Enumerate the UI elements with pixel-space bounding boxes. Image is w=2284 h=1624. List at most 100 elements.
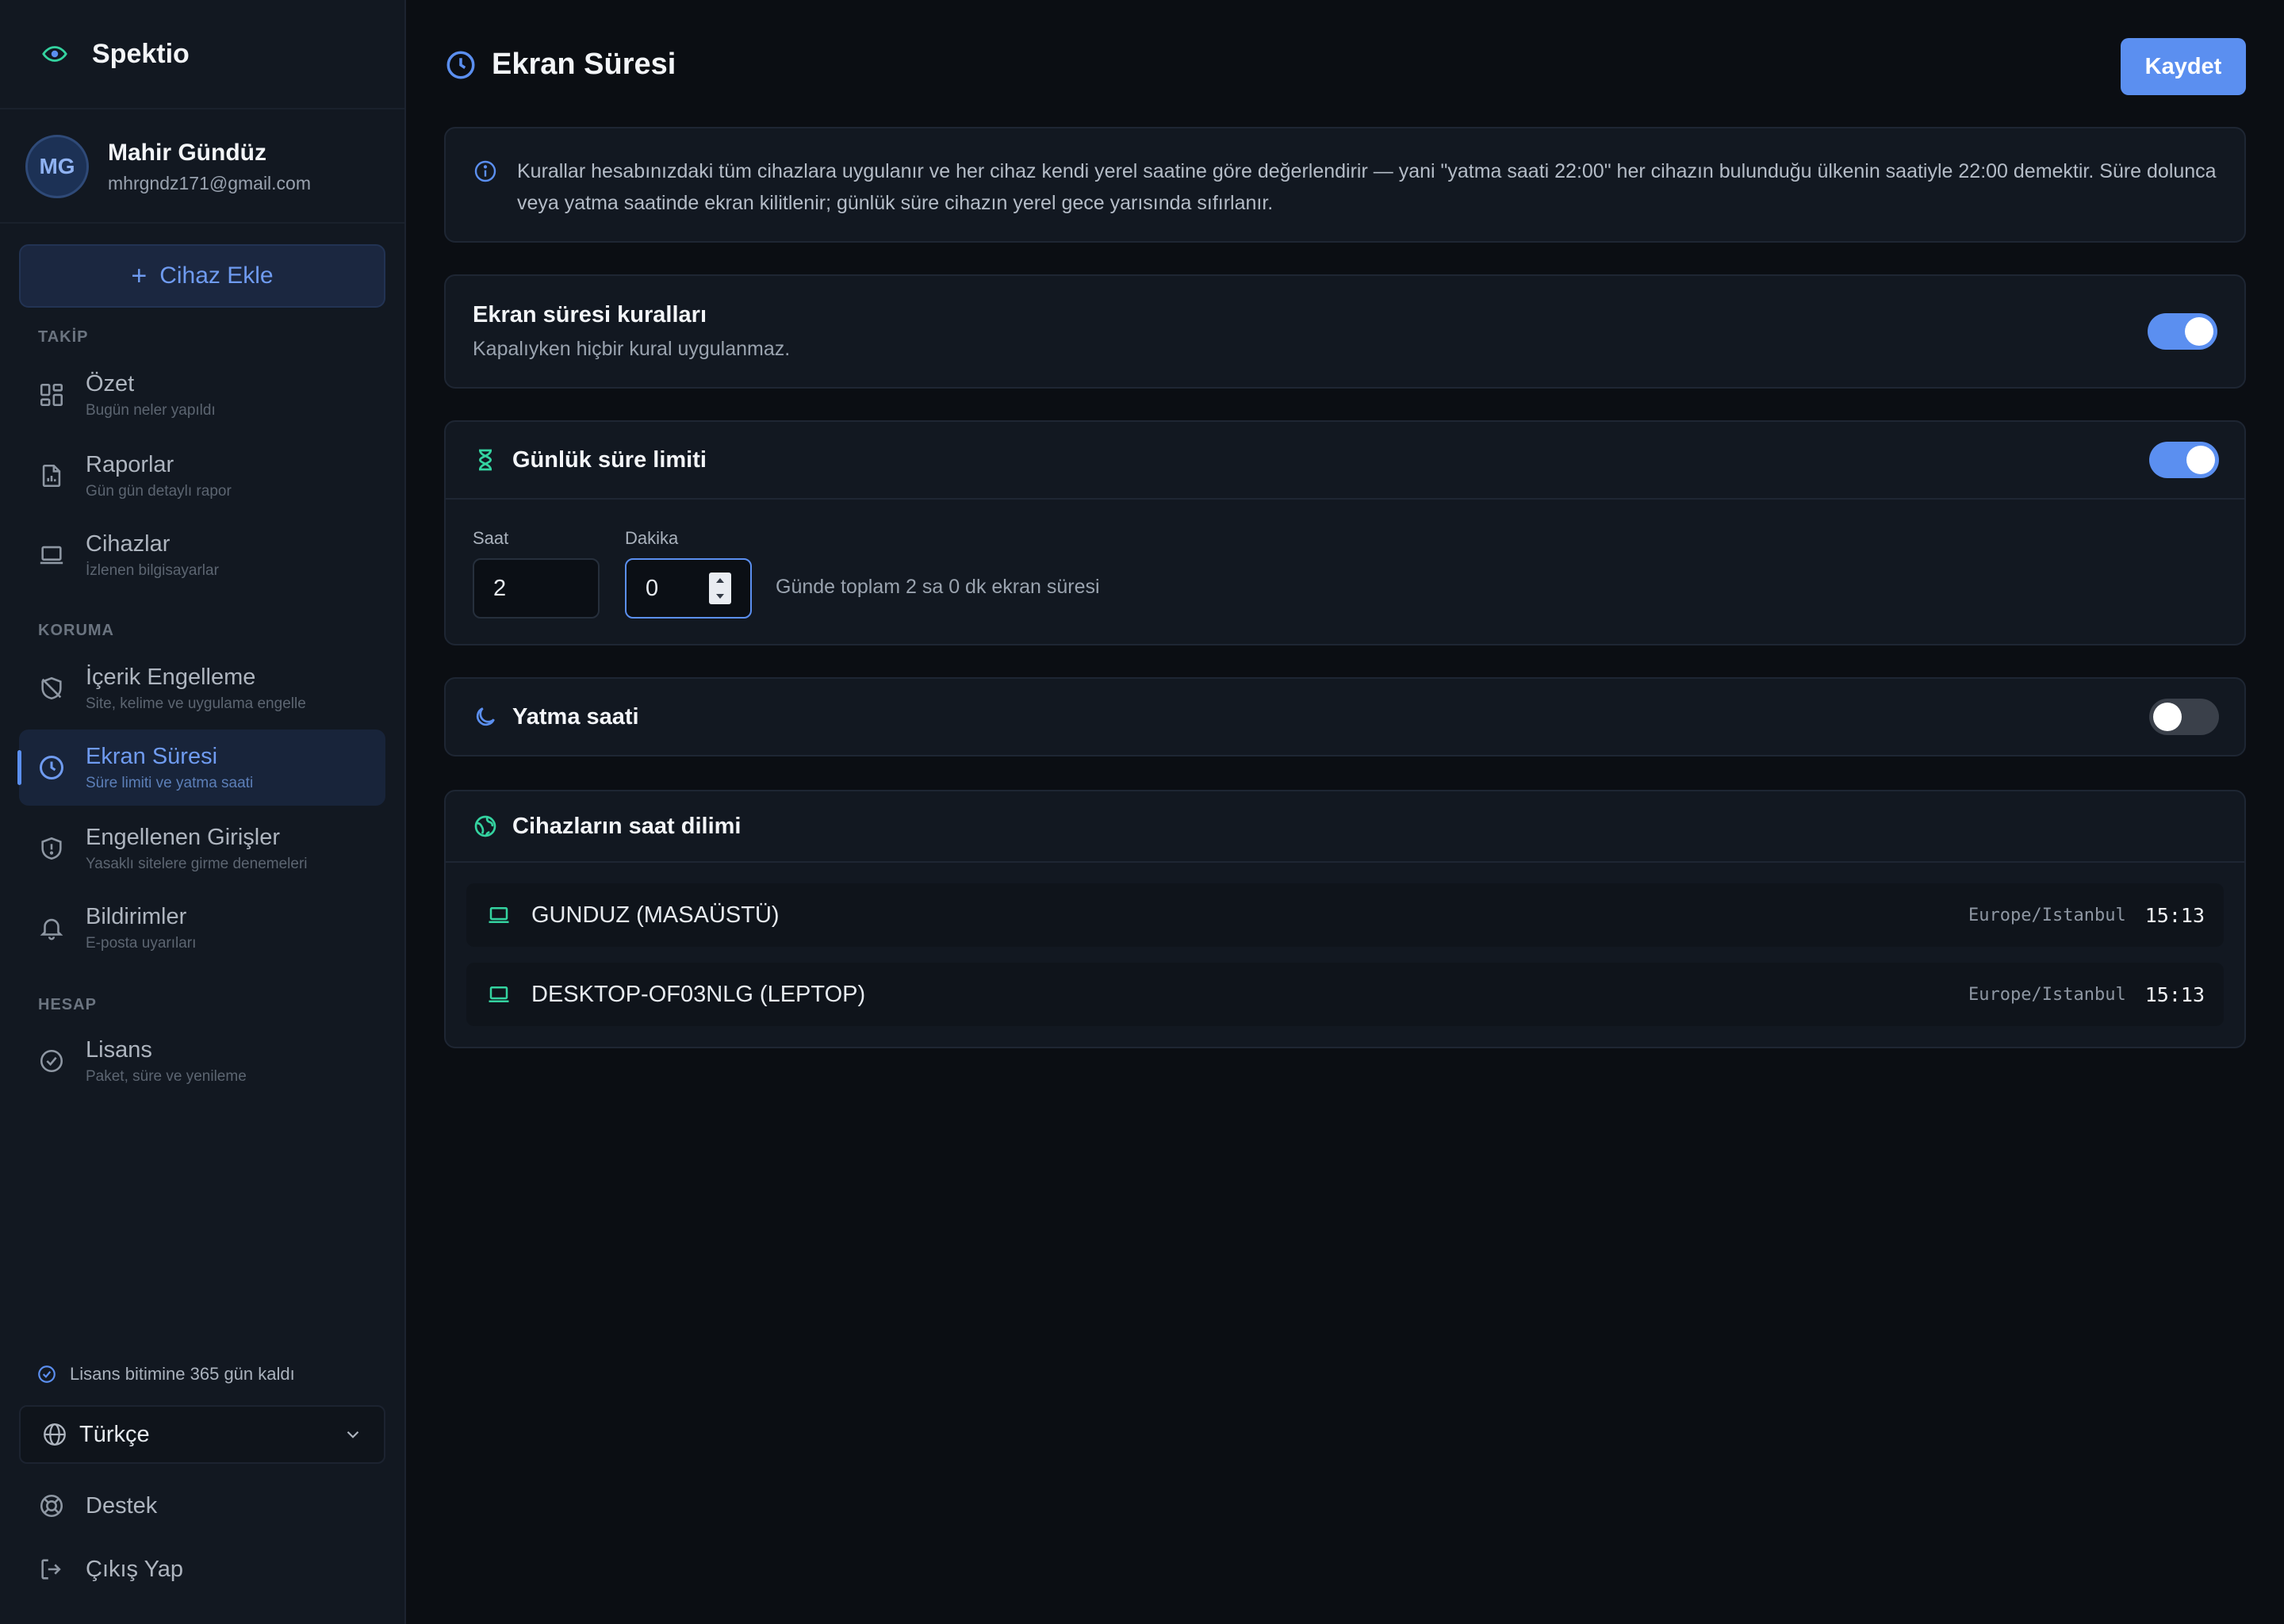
sidebar-item-subtitle: Paket, süre ve yenileme — [86, 1067, 247, 1085]
stepper-up-icon[interactable] — [715, 576, 726, 584]
laptop-icon — [487, 982, 511, 1006]
language-select[interactable]: Türkçe — [19, 1405, 385, 1464]
device-time: 15:13 — [2144, 903, 2205, 927]
info-icon — [473, 159, 498, 241]
brand[interactable]: Spektio — [0, 0, 404, 109]
sidebar-item-screen-time[interactable]: Ekran Süresi Süre limiti ve yatma saati — [17, 730, 385, 806]
device-name: GUNDUZ (MASAÜSTÜ) — [531, 902, 780, 928]
logout-link[interactable]: Çıkış Yap — [36, 1554, 183, 1584]
minutes-stepper[interactable] — [709, 573, 731, 604]
avatar: MG — [25, 135, 89, 198]
user-profile[interactable]: MG Mahir Gündüz mhrgndz171@gmail.com — [0, 111, 404, 224]
plus-icon: + — [131, 261, 148, 291]
license-remaining-notice: Lisans bitimine 365 gün kaldı — [36, 1364, 295, 1385]
rules-title: Ekran süresi kuralları — [473, 302, 707, 327]
bedtime-card: Yatma saati — [444, 677, 2246, 756]
device-zone: Europe/Istanbul — [1968, 905, 2126, 925]
check-circle-icon — [36, 1364, 57, 1385]
report-icon — [36, 461, 67, 491]
sidebar-item-subtitle: Site, kelime ve uygulama engelle — [86, 695, 306, 712]
support-link[interactable]: Destek — [36, 1491, 157, 1521]
add-device-label: Cihaz Ekle — [159, 262, 274, 289]
sidebar-item-subtitle: Süre limiti ve yatma saati — [86, 774, 254, 791]
save-button[interactable]: Kaydet — [2121, 38, 2246, 95]
section-label-tracking: TAKİP — [38, 328, 89, 346]
globe-icon — [473, 814, 498, 839]
stepper-down-icon[interactable] — [715, 592, 726, 600]
sidebar-item-devices[interactable]: Cihazlar İzlenen bilgisayarlar — [19, 517, 385, 593]
daily-limit-summary: Günde toplam 2 sa 0 dk ekran süresi — [776, 576, 1100, 598]
section-label-account: HESAP — [38, 996, 97, 1013]
license-remaining-text: Lisans bitimine 365 gün kaldı — [70, 1364, 295, 1384]
info-text: Kurallar hesabınızdaki tüm cihazlara uyg… — [517, 160, 2217, 214]
page-title: Ekran Süresi — [492, 48, 676, 81]
check-circle-icon — [36, 1046, 67, 1076]
sidebar-item-label: Ekran Süresi — [86, 743, 218, 769]
hours-input[interactable]: 2 — [473, 558, 600, 619]
timezones-title: Cihazların saat dilimi — [512, 813, 742, 839]
info-banner: Kurallar hesabınızdaki tüm cihazlara uyg… — [444, 127, 2246, 243]
shield-off-icon — [36, 673, 67, 703]
sidebar-item-label: Engellenen Girişler — [86, 824, 281, 850]
sidebar-item-label: Bildirimler — [86, 903, 187, 929]
sidebar-item-blocked-attempts[interactable]: Engellenen Girişler Yasaklı sitelere gir… — [19, 810, 385, 887]
page-header: Ekran Süresi — [444, 48, 676, 82]
sidebar-item-subtitle: Gün gün detaylı rapor — [86, 482, 232, 500]
profile-email: mhrgndz171@gmail.com — [108, 172, 312, 193]
minutes-label: Dakika — [625, 528, 679, 548]
bell-icon — [36, 913, 67, 943]
profile-name: Mahir Gündüz — [108, 139, 266, 166]
device-name: DESKTOP-OF03NLG (LEPTOP) — [531, 981, 866, 1007]
daily-limit-title: Günlük süre limiti — [512, 446, 707, 473]
add-device-button[interactable]: + Cihaz Ekle — [19, 244, 385, 308]
sidebar-item-reports[interactable]: Raporlar Gün gün detaylı rapor — [19, 438, 385, 514]
device-zone: Europe/Istanbul — [1968, 984, 2126, 1005]
daily-limit-toggle[interactable] — [2149, 442, 2219, 478]
brand-name: Spektio — [92, 38, 190, 69]
device-timezone-row: DESKTOP-OF03NLG (LEPTOP) Europe/Istanbul… — [466, 963, 2224, 1026]
sidebar-item-summary[interactable]: Özet Bugün neler yapıldı — [19, 357, 385, 433]
sidebar-item-subtitle: Yasaklı sitelere girme denemeleri — [86, 855, 308, 872]
device-timezone-row: GUNDUZ (MASAÜSTÜ) Europe/Istanbul 15:13 — [466, 883, 2224, 947]
sidebar-item-content-blocking[interactable]: İçerik Engelleme Site, kelime ve uygulam… — [19, 650, 385, 726]
sidebar-item-label: Özet — [86, 370, 135, 396]
grid-icon — [36, 380, 67, 410]
hours-value: 2 — [493, 575, 507, 601]
timezones-card: Cihazların saat dilimi GUNDUZ (MASAÜSTÜ)… — [444, 790, 2246, 1048]
clock-icon — [36, 753, 67, 783]
clock-icon — [444, 48, 477, 82]
device-time: 15:13 — [2144, 982, 2205, 1006]
hours-label: Saat — [473, 528, 509, 548]
sidebar-item-notifications[interactable]: Bildirimler E-posta uyarıları — [19, 890, 385, 966]
app-root: Spektio MG Mahir Gündüz mhrgndz171@gmail… — [0, 0, 2284, 1624]
laptop-icon — [487, 903, 511, 927]
language-value: Türkçe — [79, 1421, 150, 1447]
support-label: Destek — [86, 1492, 158, 1519]
sidebar-item-label: Raporlar — [86, 451, 174, 477]
bedtime-toggle[interactable] — [2149, 699, 2219, 735]
laptop-icon — [36, 540, 67, 570]
sidebar-item-label: Cihazlar — [86, 530, 171, 557]
shield-alert-icon — [36, 833, 67, 864]
sidebar-item-label: Lisans — [86, 1036, 152, 1063]
logout-label: Çıkış Yap — [86, 1556, 184, 1582]
logout-icon — [36, 1554, 67, 1584]
daily-limit-card: Günlük süre limiti Saat 2 Dakika 0 Günde… — [444, 420, 2246, 645]
hourglass-icon — [473, 447, 498, 473]
bedtime-title: Yatma saati — [512, 703, 639, 730]
sidebar-item-subtitle: Bugün neler yapıldı — [86, 401, 216, 419]
section-label-protection: KORUMA — [38, 622, 114, 639]
moon-icon — [473, 704, 498, 730]
globe-icon — [41, 1421, 68, 1448]
sidebar: Spektio MG Mahir Gündüz mhrgndz171@gmail… — [0, 0, 406, 1624]
sidebar-item-license[interactable]: Lisans Paket, süre ve yenileme — [19, 1023, 385, 1099]
main-content: Ekran Süresi Kaydet Kurallar hesabınızda… — [406, 0, 2284, 1624]
rules-subtitle: Kapalıyken hiçbir kural uygulanmaz. — [473, 338, 791, 360]
lifebuoy-icon — [36, 1491, 67, 1521]
chevron-down-icon — [343, 1424, 363, 1445]
sidebar-item-label: İçerik Engelleme — [86, 664, 256, 690]
minutes-input[interactable]: 0 — [625, 558, 752, 619]
minutes-value: 0 — [646, 575, 659, 601]
sidebar-item-subtitle: İzlenen bilgisayarlar — [86, 561, 219, 579]
rules-toggle[interactable] — [2148, 313, 2217, 350]
